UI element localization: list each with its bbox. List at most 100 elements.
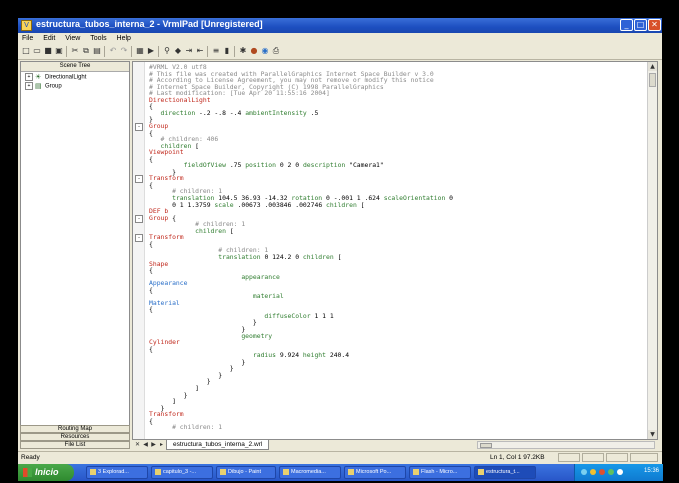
toolbar-separator [207, 46, 208, 57]
copy-icon[interactable]: ⧉ [81, 46, 91, 56]
menu-edit[interactable]: Edit [39, 33, 59, 44]
code-token: Transform [149, 233, 184, 242]
code-line[interactable]: Transform [149, 234, 184, 241]
save-icon[interactable]: ■ [43, 46, 53, 56]
task-button[interactable]: Macromedia... [279, 466, 341, 479]
open-file-icon[interactable]: ▭ [32, 46, 42, 56]
outdent-icon[interactable]: ⇤ [195, 46, 205, 56]
indent-icon[interactable]: ⇥ [184, 46, 194, 56]
close-tab-icon[interactable]: ✕ [134, 441, 141, 449]
code-line[interactable]: direction -.2 -.8 -.4 ambientIntensity .… [149, 109, 319, 117]
title-bar[interactable]: V estructura_tubos_interna_2 - VrmlPad [… [18, 18, 662, 33]
fold-icon[interactable]: - [135, 122, 143, 131]
save-all-icon[interactable]: ▣ [54, 46, 64, 56]
menu-file[interactable]: File [18, 33, 37, 44]
code-line[interactable]: Transform [149, 411, 184, 418]
tab-routing-map[interactable]: Routing Map [20, 425, 130, 433]
code-line[interactable]: Transform [149, 175, 184, 182]
code-line[interactable]: DirectionalLight [149, 96, 211, 104]
tree-item-directionallight[interactable]: + ☀ DirectionalLight [25, 73, 86, 82]
tray-volume-icon[interactable] [590, 469, 596, 475]
horizontal-scrollbar[interactable] [477, 441, 655, 449]
code-token: "Camera1" [349, 161, 384, 170]
expand-icon[interactable]: + [25, 82, 33, 90]
find-icon[interactable]: ⚲ [162, 46, 172, 56]
bookmark-icon[interactable]: ◆ [173, 46, 183, 56]
scene-tree-panel: Scene Tree + ☀ DirectionalLight + ▤ Group [20, 61, 130, 444]
scene-tree-header[interactable]: Scene Tree [21, 62, 129, 72]
color-icon[interactable]: ● [249, 46, 259, 56]
next-tab-icon[interactable]: ▶ [150, 441, 157, 449]
code-line[interactable]: Material [149, 298, 180, 307]
menu-view[interactable]: View [61, 33, 84, 44]
fold-icon[interactable]: - [135, 214, 143, 223]
vertical-scrollbar[interactable]: ▲ ▼ [647, 62, 657, 439]
status-panel [582, 453, 604, 462]
vrmlpad-icon [478, 468, 484, 475]
code-token: 0 2 0 [279, 161, 303, 170]
tray-app-icon[interactable] [608, 469, 614, 475]
tray-security-icon[interactable] [599, 469, 605, 475]
app-icon: V [21, 20, 32, 31]
tray-misc-icon[interactable] [617, 469, 623, 475]
menu-help[interactable]: Help [113, 33, 135, 44]
scroll-thumb[interactable] [649, 73, 656, 87]
scroll-down-icon[interactable]: ▼ [648, 430, 657, 439]
tab-file-list[interactable]: File List [20, 441, 130, 449]
task-button[interactable]: capitulo_3 -... [151, 466, 213, 479]
code-line[interactable]: translation 0 124.2 0 children [ [149, 252, 342, 261]
code-token: Material [149, 298, 180, 307]
code-line[interactable]: 0 1 1.3759 scale .00673 .003846 .002746 … [149, 201, 364, 209]
undo-icon[interactable]: ↶ [108, 46, 118, 56]
status-text: Ready [21, 454, 40, 461]
print-icon[interactable]: ⎙ [271, 46, 281, 56]
new-file-icon[interactable]: □ [21, 46, 31, 56]
task-button-active[interactable]: estructura_t... [474, 466, 536, 479]
minimize-button[interactable]: _ [620, 19, 633, 31]
task-button[interactable]: Microsoft Po... [344, 466, 406, 479]
tree-item-group[interactable]: + ▤ Group [25, 82, 62, 91]
fold-icon[interactable]: - [135, 175, 143, 184]
node-icon[interactable]: ✱ [238, 46, 248, 56]
expand-icon[interactable]: + [25, 73, 33, 81]
browser-icon[interactable]: ◉ [260, 46, 270, 56]
task-button[interactable]: Dibujo - Paint [216, 466, 276, 479]
code-line[interactable]: # children: 1 [149, 424, 222, 431]
start-button[interactable]: Inicio [18, 464, 74, 481]
toolbar-separator [131, 46, 132, 57]
maximize-button[interactable]: □ [634, 19, 647, 31]
task-button[interactable]: 3 Explorad... [86, 466, 148, 479]
redo-icon[interactable]: ↷ [119, 46, 129, 56]
file-tab[interactable]: estructura_tubos_interna_2.wrl [166, 440, 270, 450]
paste-icon[interactable]: ▤ [92, 46, 102, 56]
scroll-up-icon[interactable]: ▲ [648, 62, 657, 71]
code-token: Cylinder [149, 338, 180, 347]
code-line[interactable]: Viewpoint [149, 149, 184, 156]
code-line[interactable]: Cylinder [149, 339, 180, 346]
close-button[interactable]: ✕ [648, 19, 661, 31]
code-token: [ [337, 252, 342, 261]
code-editor[interactable]: ---- #VRML V2.0 utf8 # This file was crea… [132, 61, 658, 440]
tab-resources[interactable]: Resources [20, 433, 130, 441]
code-token: [ [195, 141, 200, 150]
tray-network-icon[interactable] [581, 469, 587, 475]
code-line[interactable]: Appearance [149, 280, 187, 287]
cut-icon[interactable]: ✂ [70, 46, 80, 56]
scene-tree-icon[interactable]: ▦ [135, 46, 145, 56]
code-token: description [302, 161, 350, 170]
fold-icon[interactable]: - [135, 234, 143, 243]
stop-icon[interactable]: ▮ [222, 46, 232, 56]
group-icon: ▤ [35, 82, 42, 90]
comment-icon[interactable]: ≡ [211, 46, 221, 56]
task-button[interactable]: Flash - Micro... [409, 466, 471, 479]
taskbar: Inicio 3 Explorad... capitulo_3 -... Dib… [18, 464, 663, 481]
first-tab-icon[interactable]: ◀ [142, 441, 149, 449]
menu-tools[interactable]: Tools [86, 33, 110, 44]
code-token: 0 124.2 0 [264, 252, 303, 261]
last-tab-icon[interactable]: ▸ [158, 441, 165, 449]
code-token: [ [229, 226, 234, 235]
preview-icon[interactable]: ▶ [146, 46, 156, 56]
code-line[interactable]: fieldOfView .75 position 0 2 0 descripti… [149, 162, 384, 169]
horizontal-scroll-thumb[interactable] [480, 443, 492, 448]
menu-bar: File Edit View Tools Help [18, 33, 662, 44]
